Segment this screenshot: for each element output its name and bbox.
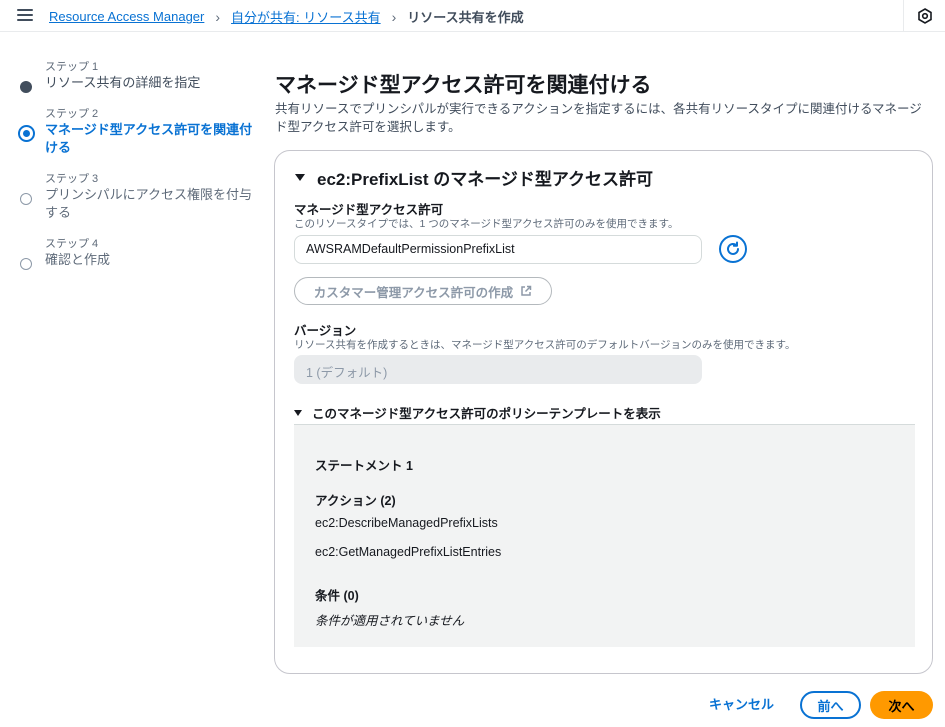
caret-down-icon: [295, 174, 305, 181]
statement-title: ステートメント 1: [315, 459, 413, 473]
breadcrumb-resource-access-manager[interactable]: Resource Access Manager: [49, 9, 204, 24]
step-2[interactable]: ステップ 2 マネージド型アクセス許可を関連付ける: [18, 107, 258, 157]
breadcrumb-shared-by-me[interactable]: 自分が共有: リソース共有: [231, 7, 381, 26]
step-3: ステップ 3 プリンシパルにアクセス権限を付与する: [18, 172, 258, 222]
settings-hexagon-icon[interactable]: [903, 0, 945, 32]
breadcrumb: Resource Access Manager › 自分が共有: リソース共有 …: [49, 7, 524, 26]
step-title: マネージド型アクセス許可を関連付ける: [45, 122, 253, 155]
step-complete-icon: [20, 81, 32, 93]
policy-template-toggle[interactable]: このマネージド型アクセス許可のポリシーテンプレートを表示: [294, 403, 661, 422]
button-label: カスタマー管理アクセス許可の作成: [313, 285, 514, 300]
chevron-right-icon: ›: [391, 8, 397, 25]
policy-toggle-label: このマネージド型アクセス許可のポリシーテンプレートを表示: [312, 407, 661, 421]
page-title: マネージド型アクセス許可を関連付ける: [275, 74, 652, 97]
wizard-steps: ステップ 1 リソース共有の詳細を指定 ステップ 2 マネージド型アクセス許可を…: [18, 60, 258, 284]
permission-container: ec2:PrefixList のマネージド型アクセス許可 マネージド型アクセス許…: [274, 150, 933, 674]
actions-label: アクション (2): [315, 494, 396, 508]
breadcrumb-current: リソース共有を作成: [407, 10, 524, 25]
permission-hint: このリソースタイプでは、1 つのマネージド型アクセス許可のみを使用できます。: [294, 218, 679, 230]
create-customer-managed-permission-button: カスタマー管理アクセス許可の作成: [294, 277, 552, 305]
page-description: 共有リソースでプリンシパルが実行できるアクションを指定するには、各共有リソースタ…: [275, 102, 922, 134]
external-link-icon: [521, 285, 532, 296]
conditions-label: 条件 (0): [315, 589, 359, 603]
version-select: 1 (デフォルト): [294, 355, 702, 384]
hamburger-menu-icon[interactable]: [17, 9, 33, 22]
next-button[interactable]: 次へ: [870, 691, 933, 719]
top-navigation-bar: Resource Access Manager › 自分が共有: リソース共有 …: [0, 0, 945, 32]
refresh-icon[interactable]: [719, 235, 747, 263]
step-number: ステップ 2: [45, 108, 99, 120]
step-title: 確認と作成: [45, 252, 111, 267]
permission-select[interactable]: AWSRAMDefaultPermissionPrefixList: [294, 235, 702, 264]
step-title: プリンシパルにアクセス権限を付与する: [45, 187, 252, 220]
caret-down-icon: [294, 409, 302, 416]
panel-title: ec2:PrefixList のマネージド型アクセス許可: [317, 170, 654, 189]
step-number: ステップ 1: [45, 61, 99, 73]
step-number: ステップ 3: [45, 173, 99, 185]
previous-button[interactable]: 前へ: [800, 691, 861, 719]
conditions-text: 条件が適用されていません: [315, 614, 465, 628]
chevron-right-icon: ›: [215, 8, 221, 25]
step-4: ステップ 4 確認と作成: [18, 237, 258, 270]
version-hint: リソース共有を作成するときは、マネージド型アクセス許可のデフォルトバージョンのみ…: [294, 339, 796, 351]
action-item: ec2:GetManagedPrefixListEntries: [315, 545, 502, 559]
step-number: ステップ 4: [45, 238, 99, 250]
step-1[interactable]: ステップ 1 リソース共有の詳細を指定: [18, 60, 258, 93]
step-title: リソース共有の詳細を指定: [45, 75, 201, 90]
step-current-icon: [18, 125, 35, 142]
step-pending-icon: [20, 258, 32, 270]
cancel-button[interactable]: キャンセル: [709, 694, 774, 713]
step-pending-icon: [20, 193, 32, 205]
policy-template-box: ステートメント 1 アクション (2) ec2:DescribeManagedP…: [294, 424, 915, 647]
panel-header-toggle[interactable]: ec2:PrefixList のマネージド型アクセス許可: [295, 165, 653, 190]
action-item: ec2:DescribeManagedPrefixLists: [315, 516, 498, 530]
